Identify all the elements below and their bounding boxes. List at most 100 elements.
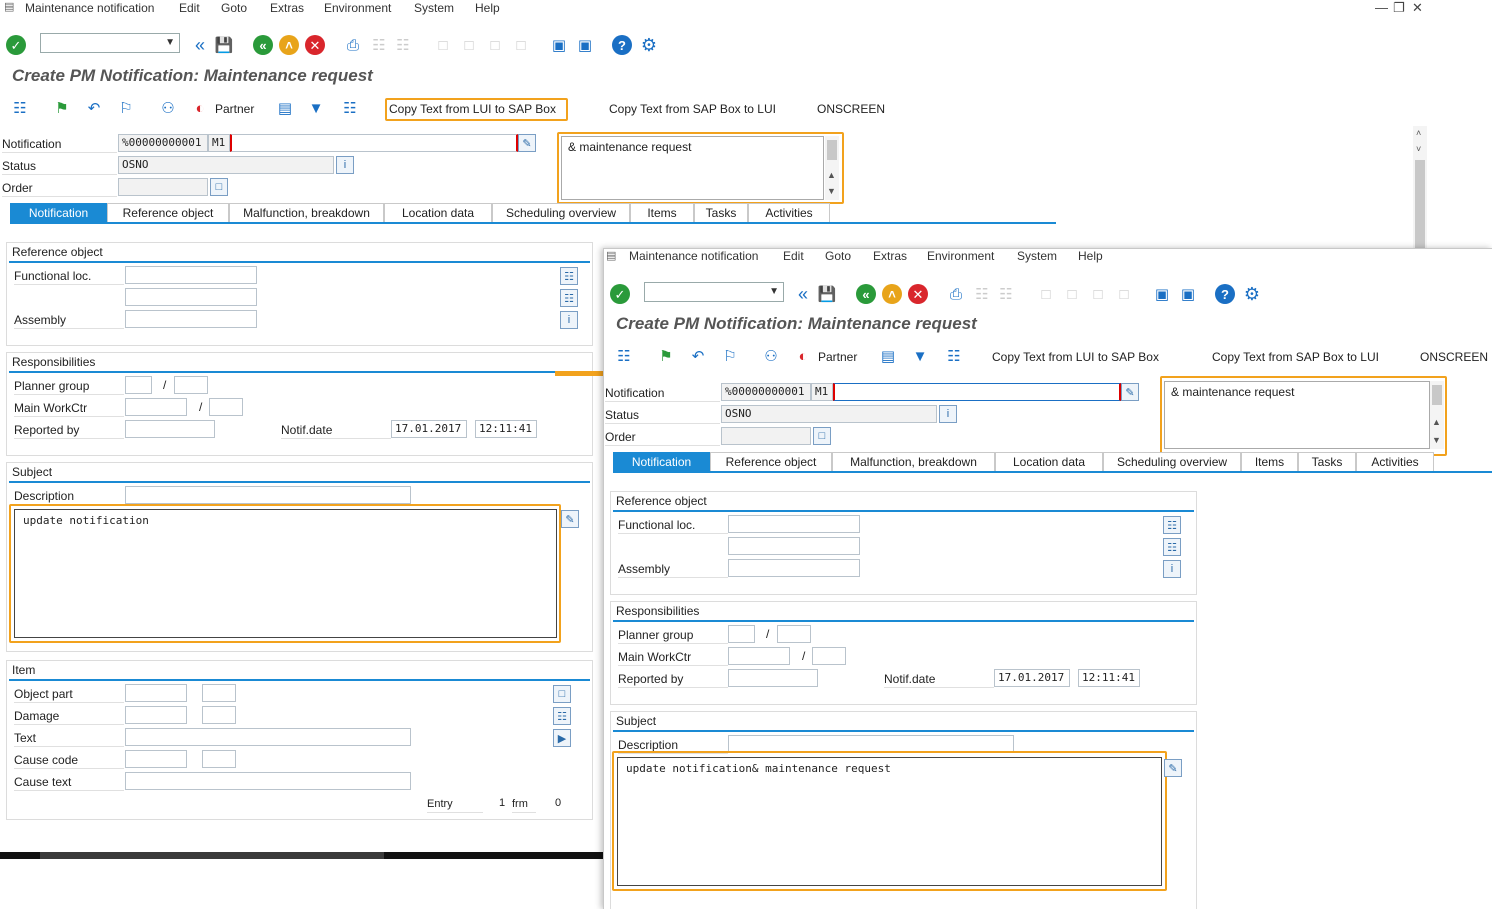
menu-system[interactable]: System bbox=[414, 1, 454, 15]
org-icon[interactable]: ☷ bbox=[340, 98, 360, 118]
menu-goto[interactable]: Goto bbox=[825, 249, 851, 263]
memo-textbox[interactable]: & maintenance request bbox=[561, 136, 824, 200]
item-list-icon[interactable]: ☷ bbox=[553, 707, 571, 725]
menu-help[interactable]: Help bbox=[1078, 249, 1103, 263]
org-icon[interactable]: ☷ bbox=[944, 346, 964, 366]
close-icon[interactable]: ✕ bbox=[1412, 0, 1423, 16]
menu-system[interactable]: System bbox=[1017, 249, 1057, 263]
scroll-down-icon[interactable]: ▼ bbox=[1432, 435, 1441, 445]
menu-window-icon[interactable]: ▤ bbox=[4, 0, 14, 13]
notification-short-text[interactable] bbox=[833, 383, 1121, 401]
window-scroll-down-icon[interactable]: ˅ bbox=[1416, 144, 1421, 154]
copy-lui-to-sap-button[interactable]: Copy Text from LUI to SAP Box bbox=[992, 350, 1159, 364]
workctr-plant-input[interactable] bbox=[209, 398, 243, 416]
memo-scrollbar[interactable]: ▲ ▼ bbox=[825, 136, 839, 200]
assembly-input[interactable] bbox=[125, 310, 257, 328]
command-field[interactable]: ▼ bbox=[644, 282, 784, 302]
functional-loc-desc[interactable] bbox=[728, 537, 860, 555]
notif-date-input[interactable]: 17.01.2017 bbox=[994, 669, 1070, 687]
workctr-plant-input[interactable] bbox=[812, 647, 846, 665]
damage-input[interactable] bbox=[125, 706, 187, 724]
restore-icon[interactable]: ❐ bbox=[1393, 0, 1405, 16]
back-icon[interactable]: « bbox=[253, 35, 273, 55]
tab-scheduling[interactable]: Scheduling overview bbox=[1103, 452, 1241, 471]
structure-icon[interactable]: ☷ bbox=[1163, 516, 1181, 534]
partner-icon[interactable]: ◐ bbox=[190, 98, 210, 118]
functional-loc-desc[interactable] bbox=[125, 288, 257, 306]
window-scroll-up-icon[interactable]: ˄ bbox=[1416, 128, 1421, 138]
onscreen-button[interactable]: ONSCREEN bbox=[1420, 350, 1488, 364]
main-workctr-input[interactable] bbox=[125, 398, 187, 416]
tab-tasks[interactable]: Tasks bbox=[694, 203, 748, 222]
settings-gear-icon[interactable]: ⚙ bbox=[1242, 284, 1262, 304]
functional-loc-input[interactable] bbox=[728, 515, 860, 533]
save-icon[interactable]: 💾 bbox=[214, 35, 234, 55]
scroll-up-icon[interactable]: ▲ bbox=[827, 170, 836, 180]
menu-extras[interactable]: Extras bbox=[270, 1, 304, 15]
copy-sap-to-lui-button[interactable]: Copy Text from SAP Box to LUI bbox=[609, 102, 776, 116]
hierarchy-icon[interactable]: ☷ bbox=[560, 289, 578, 307]
scroll-down-icon[interactable]: ▼ bbox=[827, 186, 836, 196]
print-icon[interactable]: ⎙ bbox=[946, 284, 966, 304]
structure-icon[interactable]: ☷ bbox=[560, 267, 578, 285]
subject-long-text[interactable]: update notification bbox=[14, 509, 557, 638]
shortcut-icon[interactable]: ▣ bbox=[575, 35, 595, 55]
copy-lui-to-sap-button[interactable]: Copy Text from LUI to SAP Box bbox=[389, 102, 556, 116]
enter-check-icon[interactable]: ✓ bbox=[6, 35, 26, 55]
notif-time-input[interactable]: 12:11:41 bbox=[475, 420, 537, 438]
print-icon[interactable]: ⎙ bbox=[343, 35, 363, 55]
cancel-icon[interactable]: ✕ bbox=[908, 284, 928, 304]
partner-button[interactable]: Partner bbox=[818, 350, 857, 364]
tab-notification[interactable]: Notification bbox=[10, 203, 107, 222]
notification-short-text[interactable] bbox=[230, 134, 518, 152]
item-text-input[interactable] bbox=[125, 728, 411, 746]
shortcut-icon[interactable]: ▣ bbox=[1178, 284, 1198, 304]
cancel-icon[interactable]: ✕ bbox=[305, 35, 325, 55]
scroll-thumb[interactable] bbox=[827, 140, 837, 160]
filter-icon[interactable]: ▼ bbox=[306, 98, 326, 118]
users-icon[interactable]: ⚇ bbox=[158, 98, 178, 118]
help-icon[interactable]: ? bbox=[1215, 284, 1235, 304]
list-icon[interactable]: ▤ bbox=[275, 98, 295, 118]
checkered-flag-icon[interactable]: ⚐ bbox=[116, 98, 136, 118]
onscreen-button[interactable]: ONSCREEN bbox=[817, 102, 885, 116]
undo-icon[interactable]: ↶ bbox=[688, 346, 708, 366]
long-text-edit-icon[interactable]: ✎ bbox=[518, 134, 536, 152]
order-create-icon[interactable]: □ bbox=[813, 427, 831, 445]
menu-help[interactable]: Help bbox=[475, 1, 500, 15]
tab-notification[interactable]: Notification bbox=[613, 452, 710, 471]
tab-activities[interactable]: Activities bbox=[1356, 452, 1434, 471]
menu-goto[interactable]: Goto bbox=[221, 1, 247, 15]
functional-loc-input[interactable] bbox=[125, 266, 257, 284]
tab-location-data[interactable]: Location data bbox=[995, 452, 1103, 471]
status-info-icon[interactable]: i bbox=[939, 405, 957, 423]
planner-group-input[interactable] bbox=[125, 376, 152, 394]
window-scroll-thumb[interactable] bbox=[1415, 160, 1425, 248]
display-object-icon[interactable]: ☷ bbox=[10, 98, 30, 118]
back-icon[interactable]: « bbox=[856, 284, 876, 304]
planner-group-input[interactable] bbox=[728, 625, 755, 643]
long-text-edit-icon[interactable]: ✎ bbox=[1121, 383, 1139, 401]
scroll-up-icon[interactable]: ▲ bbox=[1432, 417, 1441, 427]
command-field[interactable]: ▼ bbox=[40, 33, 180, 53]
object-part-input[interactable] bbox=[125, 684, 187, 702]
tab-malfunction[interactable]: Malfunction, breakdown bbox=[229, 203, 384, 222]
checkered-flag-icon[interactable]: ⚐ bbox=[720, 346, 740, 366]
tab-reference-object[interactable]: Reference object bbox=[710, 452, 832, 471]
settings-gear-icon[interactable]: ⚙ bbox=[639, 35, 659, 55]
undo-icon[interactable]: ↶ bbox=[84, 98, 104, 118]
subject-edit-icon[interactable]: ✎ bbox=[1164, 759, 1182, 777]
object-part-code[interactable] bbox=[202, 684, 236, 702]
back-nav-icon[interactable]: « bbox=[190, 35, 210, 55]
filter-icon[interactable]: ▼ bbox=[910, 346, 930, 366]
flag-icon[interactable]: ⚑ bbox=[52, 98, 72, 118]
back-nav-icon[interactable]: « bbox=[793, 284, 813, 304]
object-info-icon[interactable]: i bbox=[1163, 560, 1181, 578]
notif-time-input[interactable]: 12:11:41 bbox=[1078, 669, 1140, 687]
help-icon[interactable]: ? bbox=[612, 35, 632, 55]
menu-window-icon[interactable]: ▤ bbox=[606, 249, 616, 262]
tab-malfunction[interactable]: Malfunction, breakdown bbox=[832, 452, 995, 471]
menu-extras[interactable]: Extras bbox=[873, 249, 907, 263]
item-next-icon[interactable]: ▶ bbox=[553, 729, 571, 747]
hierarchy-icon[interactable]: ☷ bbox=[1163, 538, 1181, 556]
